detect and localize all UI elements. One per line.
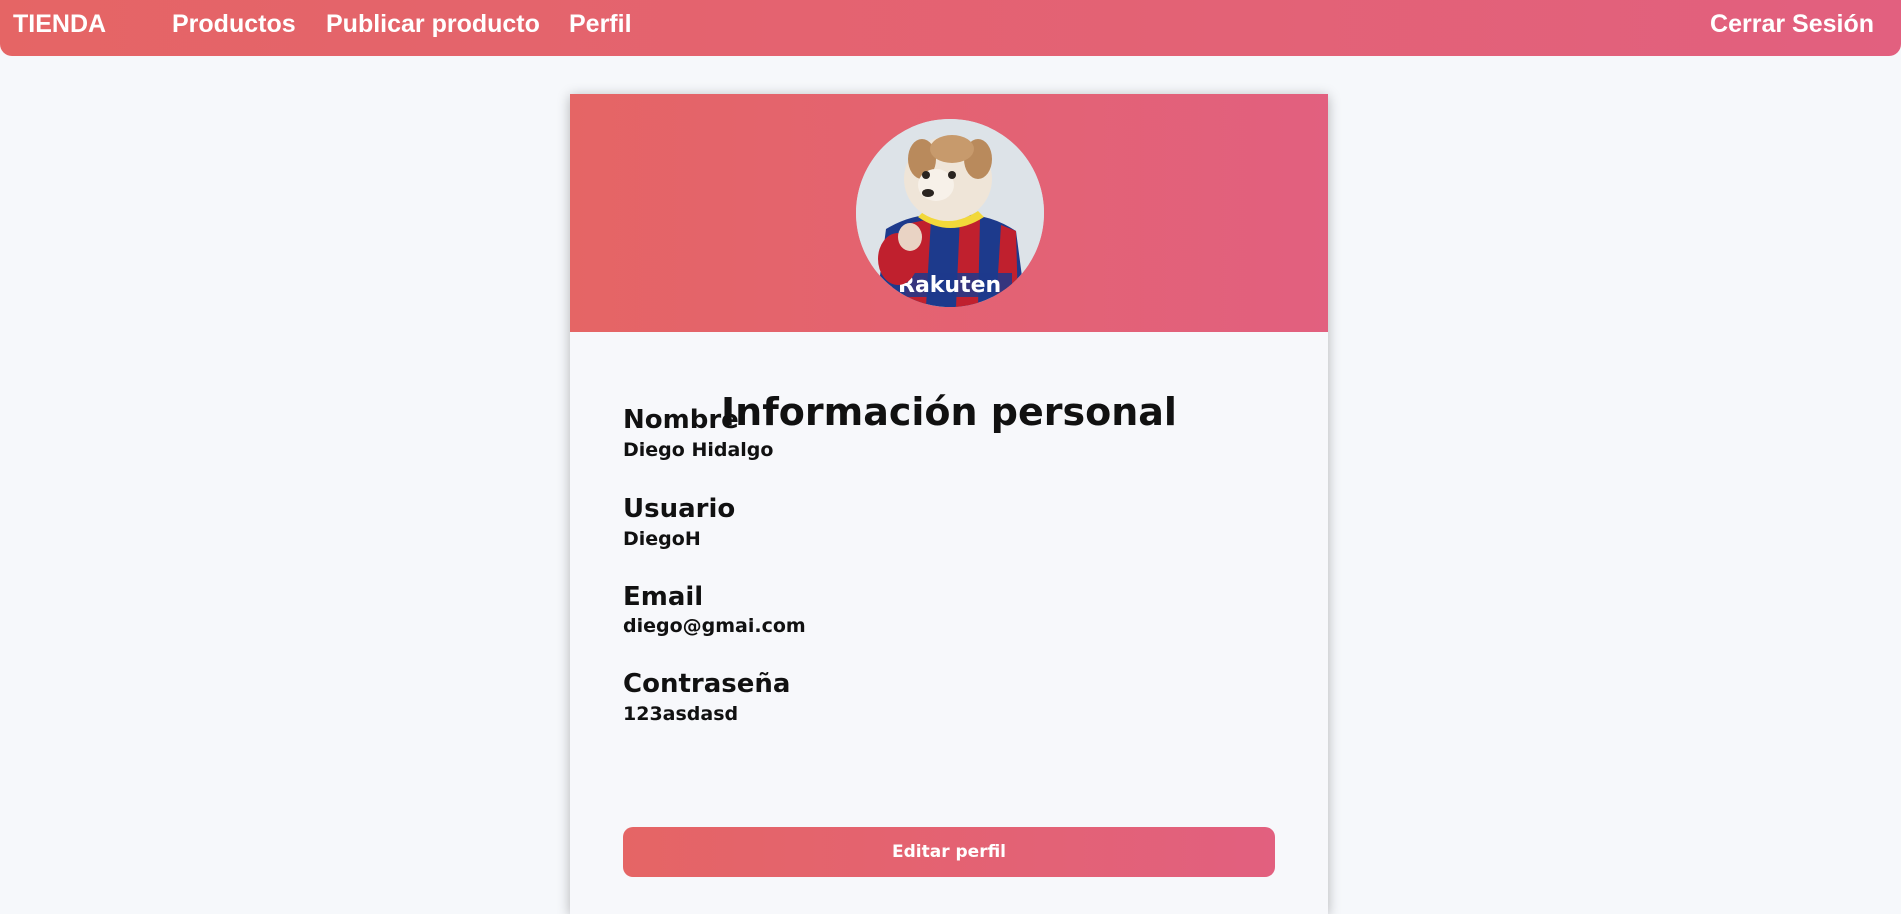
field-label-usuario: Usuario (623, 494, 736, 524)
avatar: Rakuten (856, 119, 1044, 307)
edit-profile-button[interactable]: Editar perfil (623, 827, 1275, 877)
field-label-nombre: Nombre (623, 405, 739, 435)
nav-link-publicar-producto[interactable]: Publicar producto (326, 0, 540, 48)
profile-photo-icon: Rakuten (856, 119, 1044, 307)
nav-link-perfil[interactable]: Perfil (569, 0, 632, 48)
top-navbar: TIENDA Productos Publicar producto Perfi… (0, 0, 1901, 56)
field-value-contrasena: 123asdasd (623, 703, 739, 725)
field-label-email: Email (623, 582, 704, 612)
profile-card-header: Rakuten (570, 94, 1328, 332)
field-value-usuario: DiegoH (623, 528, 701, 550)
field-value-email: diego@gmai.com (623, 615, 806, 637)
brand-logo[interactable]: TIENDA (13, 0, 106, 48)
jersey-sponsor-text: Rakuten (898, 273, 1001, 298)
field-value-nombre: Diego Hidalgo (623, 439, 774, 461)
profile-card: Rakuten Información personal Nombre Dieg… (570, 94, 1328, 914)
logout-link[interactable]: Cerrar Sesión (1710, 0, 1874, 48)
nav-link-productos[interactable]: Productos (172, 0, 296, 48)
field-label-contrasena: Contraseña (623, 669, 791, 699)
